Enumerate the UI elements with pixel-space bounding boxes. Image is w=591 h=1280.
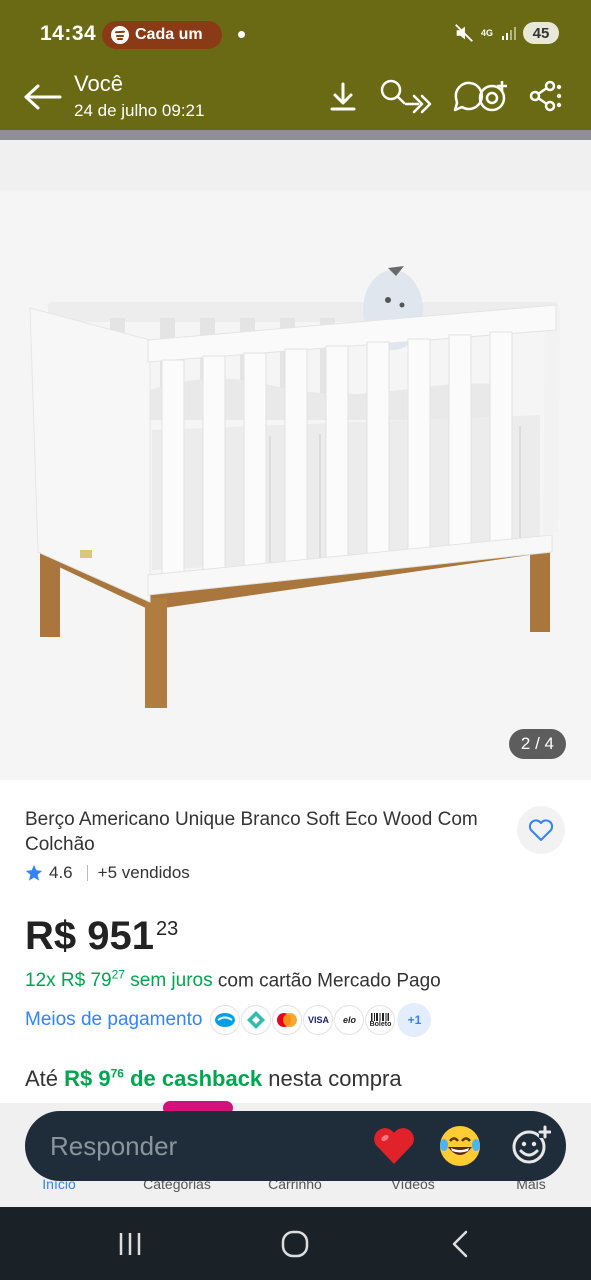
heart-outline-icon <box>528 819 554 841</box>
crib-image <box>29 266 560 708</box>
system-navigation-bar <box>0 1207 591 1280</box>
product-title: Berço Americano Unique Branco Soft Eco W… <box>25 809 478 855</box>
contact-name: Você <box>74 71 123 96</box>
contact-info[interactable]: Você 24 de julho 09:21 <box>74 71 204 121</box>
installments-info: 12x R$ 7927 sem juros com cartão Mercado… <box>25 968 441 992</box>
chat-header: Você 24 de julho 09:21 <box>0 68 591 130</box>
boleto-icon: Boleto <box>365 1005 396 1035</box>
search-forward-icon[interactable] <box>380 78 434 114</box>
add-reaction-icon[interactable] <box>511 1125 551 1165</box>
payment-methods-row[interactable]: Meios de pagamento VISA elo Boleto +1 <box>25 1003 432 1037</box>
reply-bar[interactable]: Responder <box>25 1111 566 1181</box>
price-cents: 23 <box>155 918 179 940</box>
status-bar: 14:34 Cada um 4G 45 <box>0 0 591 68</box>
add-to-status-icon[interactable] <box>450 78 512 114</box>
header-divider <box>0 130 591 140</box>
visa-icon: VISA <box>303 1005 334 1035</box>
installments-amount: 12x R$ 7927 sem juros <box>25 968 213 992</box>
status-icons: 4G 45 <box>453 22 559 44</box>
mute-icon <box>455 24 473 42</box>
rating-divider <box>86 865 88 881</box>
more-payment-methods[interactable]: +1 <box>397 1003 432 1037</box>
recent-apps-icon[interactable] <box>116 1229 146 1259</box>
back-arrow-icon[interactable] <box>22 82 62 112</box>
message-timestamp: 24 de julho 09:21 <box>74 101 205 120</box>
cashback-value: R$ 976 de cashback <box>64 1066 263 1091</box>
download-icon[interactable] <box>328 78 358 114</box>
heart-emoji-icon[interactable] <box>371 1123 417 1169</box>
rating-row[interactable]: 4.6 +5 vendidos <box>25 863 190 883</box>
now-playing-chip[interactable]: Cada um <box>102 21 222 49</box>
product-info: Berço Americano Unique Branco Soft Eco W… <box>0 780 591 1110</box>
home-icon[interactable] <box>280 1229 310 1259</box>
mastercard-icon <box>272 1005 303 1035</box>
installments-card: com cartão Mercado Pago <box>212 970 441 992</box>
star-icon <box>25 864 43 881</box>
laughing-emoji-icon[interactable] <box>437 1123 483 1169</box>
price-main: R$ 951 <box>25 914 154 958</box>
signal-icon <box>502 27 516 40</box>
image-counter: 2 / 4 <box>508 729 566 759</box>
spotify-icon <box>111 26 129 44</box>
battery-indicator: 45 <box>523 22 559 44</box>
notification-dot-icon <box>238 31 245 38</box>
cashback-info: Até R$ 976 de cashback nesta compra <box>25 1066 402 1091</box>
pix-icon <box>241 1005 272 1035</box>
now-playing-title: Cada um <box>135 26 203 43</box>
payment-methods-link[interactable]: Meios de pagamento <box>25 1009 202 1031</box>
favorite-button[interactable] <box>517 806 565 854</box>
network-type: 4G <box>481 27 494 38</box>
sold-count: +5 vendidos <box>97 863 190 882</box>
price: R$ 951 23 <box>25 911 178 961</box>
reply-input[interactable]: Responder <box>50 1131 177 1162</box>
product-image-carousel[interactable]: 2 / 4 <box>0 140 591 780</box>
mercado-pago-icon <box>210 1005 241 1035</box>
rating-value: 4.6 <box>49 863 73 882</box>
status-time: 14:34 <box>40 22 97 45</box>
elo-icon: elo <box>334 1005 365 1035</box>
back-icon[interactable] <box>446 1229 476 1259</box>
share-menu-icon[interactable] <box>528 78 564 114</box>
